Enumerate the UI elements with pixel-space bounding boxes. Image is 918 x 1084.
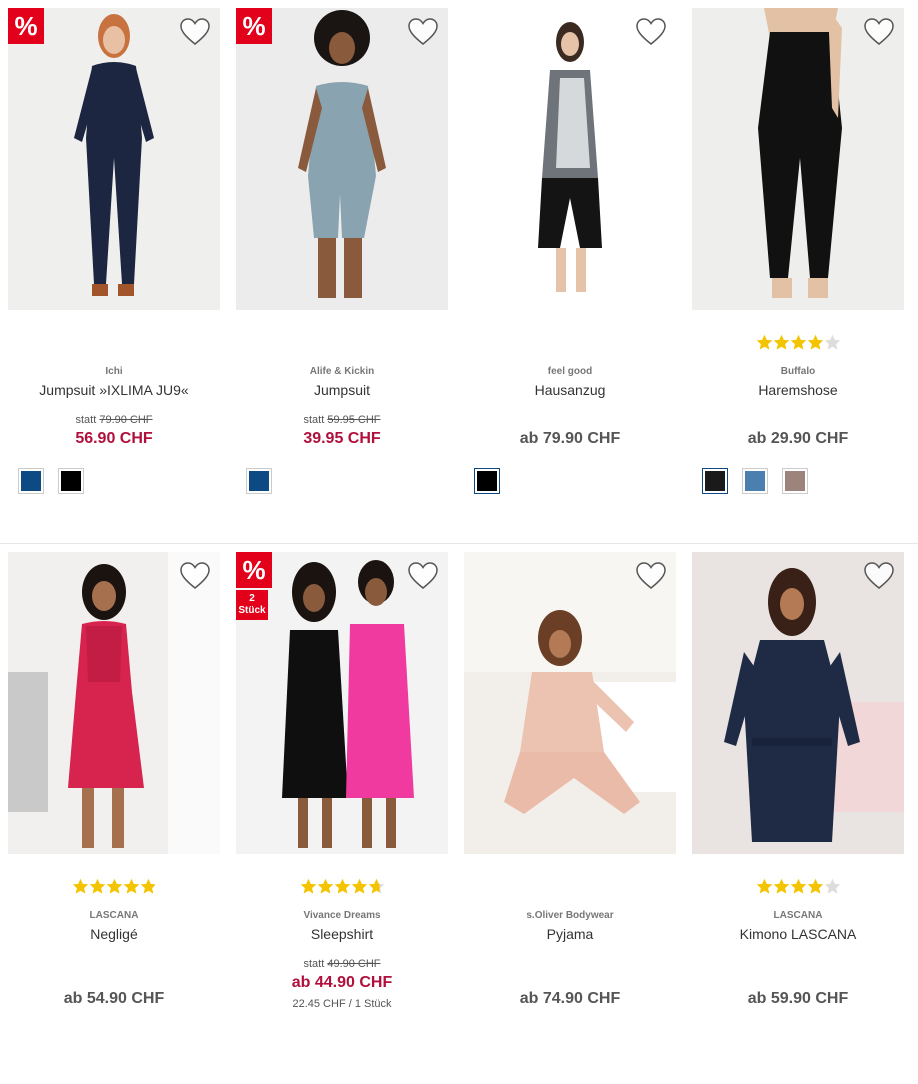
heart-icon[interactable] <box>636 18 666 46</box>
star-icon <box>351 878 367 894</box>
color-swatch-light-blue[interactable] <box>742 468 768 494</box>
color-swatch-taupe[interactable] <box>782 468 808 494</box>
old-price-prefix: statt <box>303 958 325 970</box>
heart-icon[interactable] <box>180 562 210 590</box>
heart-icon[interactable] <box>180 18 210 46</box>
product-brand: LASCANA <box>773 910 823 921</box>
color-swatch-black[interactable] <box>58 468 84 494</box>
unit-price: 22.45 CHF / 1 Stück <box>292 998 392 1010</box>
star-icon <box>368 878 384 894</box>
heart-icon[interactable] <box>864 18 894 46</box>
old-price-value: 59.95 CHF <box>327 414 381 426</box>
old-price-value: 79.90 CHF <box>99 414 153 426</box>
product-card-lascana-kimono[interactable]: LASCANA Kimono LASCANA ab 59.90 CHF <box>692 544 904 1014</box>
star-icon <box>790 878 806 894</box>
price: ab 74.90 CHF <box>519 990 621 1007</box>
product-card-feelgood-hausanzug[interactable]: feel good Hausanzug ab 79.90 CHF <box>464 0 676 494</box>
rating-stars <box>692 878 904 898</box>
product-title[interactable]: Haremshose <box>692 382 904 398</box>
product-card-soliver-pyjama[interactable]: s.Oliver Bodywear Pyjama ab 74.90 CHF <box>464 544 676 1014</box>
heart-icon[interactable] <box>408 562 438 590</box>
product-brand: Buffalo <box>780 366 816 377</box>
product-brand: Vivance Dreams <box>303 910 381 921</box>
price: ab 54.90 CHF <box>63 990 165 1007</box>
product-card-vivance-sleepshirt[interactable]: % 2 Stück Vivance Dreams Sleepshirt stat… <box>236 544 448 1014</box>
product-brand: LASCANA <box>89 910 139 921</box>
color-swatches <box>246 468 272 496</box>
color-swatch-black[interactable] <box>702 468 728 494</box>
product-title[interactable]: Sleepshirt <box>236 926 448 942</box>
heart-icon[interactable] <box>636 562 666 590</box>
product-row-1: % Ichi Jumpsuit »IXLIMA JU9« statt 79.90… <box>0 0 918 540</box>
old-price-value: 49.90 CHF <box>327 958 381 970</box>
product-card-alife-jumpsuit[interactable]: % Alife & Kickin Jumpsuit statt 59.95 CH… <box>236 0 448 494</box>
pack-badge: 2 Stück <box>236 590 268 620</box>
rating-stars <box>236 878 448 898</box>
color-swatches <box>702 468 808 496</box>
product-brand: Alife & Kickin <box>309 366 375 377</box>
rating-stars <box>692 334 904 354</box>
sale-price: ab 44.90 CHF <box>291 974 393 991</box>
star-icon <box>317 878 333 894</box>
sale-badge: % <box>8 8 44 44</box>
product-brand: feel good <box>547 366 593 377</box>
product-image[interactable] <box>8 552 220 854</box>
heart-icon[interactable] <box>864 562 894 590</box>
product-card-lascana-neglige[interactable]: LASCANA Negligé ab 54.90 CHF <box>8 544 220 1014</box>
color-swatch-blue[interactable] <box>18 468 44 494</box>
rating-stars <box>8 878 220 898</box>
color-swatches <box>18 468 84 496</box>
star-icon <box>140 878 156 894</box>
product-title[interactable]: Pyjama <box>464 926 676 942</box>
heart-icon[interactable] <box>408 18 438 46</box>
sale-badge: % <box>236 552 272 588</box>
product-image[interactable] <box>464 8 676 310</box>
sale-price: 56.90 CHF <box>75 430 153 447</box>
product-image[interactable] <box>464 552 676 854</box>
product-image[interactable] <box>692 8 904 310</box>
old-price-prefix: statt <box>303 414 325 426</box>
price: ab 79.90 CHF <box>519 430 621 447</box>
price: ab 59.90 CHF <box>747 990 849 1007</box>
star-icon <box>300 878 316 894</box>
old-price-prefix: statt <box>75 414 97 426</box>
star-icon <box>756 878 772 894</box>
star-icon <box>89 878 105 894</box>
star-icon <box>334 878 350 894</box>
color-swatches <box>474 468 500 496</box>
product-card-buffalo-haremshose[interactable]: Buffalo Haremshose ab 29.90 CHF <box>692 0 904 494</box>
star-icon <box>72 878 88 894</box>
product-card-ichi-jumpsuit[interactable]: % Ichi Jumpsuit »IXLIMA JU9« statt 79.90… <box>8 0 220 494</box>
star-icon <box>807 334 823 350</box>
star-icon <box>807 878 823 894</box>
product-row-2: LASCANA Negligé ab 54.90 CHF % 2 Stück V… <box>0 544 918 1084</box>
star-icon <box>824 878 840 894</box>
star-icon <box>123 878 139 894</box>
star-icon <box>773 878 789 894</box>
star-icon <box>756 334 772 350</box>
product-title[interactable]: Negligé <box>8 926 220 942</box>
sale-badge: % <box>236 8 272 44</box>
product-brand: s.Oliver Bodywear <box>526 910 614 921</box>
star-icon <box>106 878 122 894</box>
product-image[interactable] <box>8 8 220 310</box>
product-image[interactable] <box>692 552 904 854</box>
product-title[interactable]: Jumpsuit <box>236 382 448 398</box>
color-swatch-black[interactable] <box>474 468 500 494</box>
star-icon <box>790 334 806 350</box>
product-image[interactable] <box>236 8 448 310</box>
color-swatch-blue[interactable] <box>246 468 272 494</box>
star-icon <box>824 334 840 350</box>
product-title[interactable]: Kimono LASCANA <box>692 926 904 942</box>
star-icon <box>773 334 789 350</box>
product-title[interactable]: Jumpsuit »IXLIMA JU9« <box>8 382 220 398</box>
old-price: statt 49.90 CHF <box>236 958 448 970</box>
sale-price: 39.95 CHF <box>303 430 381 447</box>
product-brand: Ichi <box>105 366 123 377</box>
old-price: statt 79.90 CHF <box>8 414 220 426</box>
product-title[interactable]: Hausanzug <box>464 382 676 398</box>
old-price: statt 59.95 CHF <box>236 414 448 426</box>
price: ab 29.90 CHF <box>747 430 849 447</box>
